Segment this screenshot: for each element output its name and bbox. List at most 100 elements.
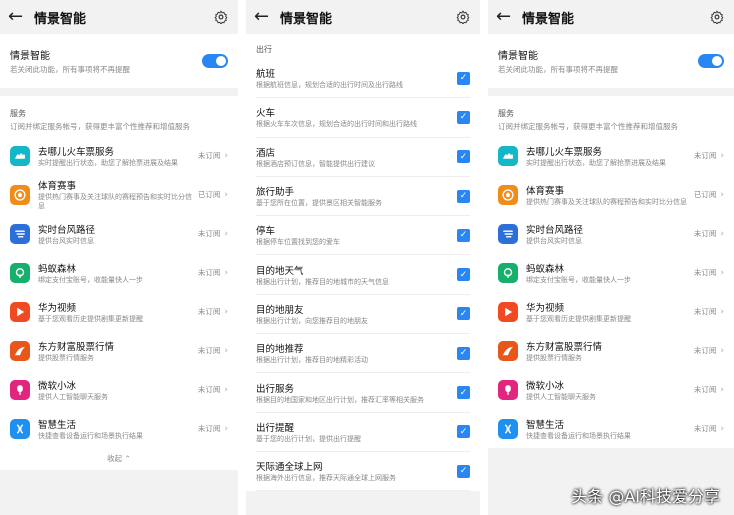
travel-option-row[interactable]: 出行服务 根据目的地国家和地区出行计划，推荐汇率等相关服务 ✓	[256, 373, 470, 413]
gear-icon[interactable]	[708, 8, 726, 26]
scene-toggle-switch[interactable]	[202, 54, 228, 68]
back-arrow-icon[interactable]: ←	[8, 8, 28, 26]
service-description: 提供股票行情服务	[526, 353, 582, 362]
service-name: 华为视频	[38, 302, 77, 314]
toggle-title: 情景智能	[10, 51, 50, 62]
option-name: 出行服务	[256, 383, 295, 395]
service-item[interactable]: 去哪儿火车票服务 实时提醒出行状态，助您了解抢票进展及结果 未订阅 ›	[488, 136, 734, 175]
service-name: 体育赛事	[38, 181, 77, 192]
travel-option-row[interactable]: 目的地推荐 根据出行计划，推荐目的地精彩活动 ✓	[256, 334, 470, 374]
wing-icon	[10, 340, 30, 361]
service-item[interactable]: 华为视频 基于您观看历史提供剧集更新提醒 未订阅 ›	[488, 292, 734, 331]
service-name: 去哪儿火车票服务	[38, 146, 115, 158]
service-description: 基于您观看历史提供剧集更新提醒	[38, 314, 143, 323]
service-item[interactable]: 东方财富股票行情 提供股票行情服务 未订阅 ›	[488, 331, 734, 370]
service-item[interactable]: 去哪儿火车票服务 实时提醒出行状态，助您了解抢票进展及结果 未订阅 ›	[0, 136, 238, 175]
chevron-right-icon: ›	[720, 189, 724, 200]
header: ← 情景智能	[488, 0, 734, 34]
service-description: 提供人工智能聊天服务	[38, 392, 108, 401]
travel-option-row[interactable]: 酒店 根据酒店预订信息，智能提供出行建议 ✓	[256, 138, 470, 177]
travel-option-row[interactable]: 火车 根据火车车次信息，规划合适的出行时间和出行路线 ✓	[256, 98, 470, 138]
option-name: 出行提醒	[256, 422, 295, 434]
service-item[interactable]: 东方财富股票行情 提供股票行情服务 未订阅 ›	[0, 331, 238, 370]
group-title: 出行	[246, 34, 480, 59]
subscription-status: 已订阅	[197, 190, 221, 199]
wing-icon	[498, 340, 518, 361]
gear-icon[interactable]	[212, 8, 230, 26]
service-name: 实时台风路径	[38, 224, 96, 236]
option-description: 基于您所在位置，提供景区相关智能服务	[256, 199, 382, 208]
service-item[interactable]: 实时台风路径 提供台风实时信息 未订阅 ›	[0, 214, 238, 253]
scene-toggle-switch[interactable]	[698, 54, 724, 68]
service-name: 体育赛事	[526, 185, 565, 197]
back-arrow-icon[interactable]: ←	[254, 8, 274, 26]
travel-option-row[interactable]: 目的地天气 根据出行计划，推荐目的地城市的天气信息 ✓	[256, 255, 470, 295]
service-item[interactable]: 蚂蚁森林 绑定支付宝账号，收能量快人一步 未订阅 ›	[488, 253, 734, 292]
chevron-right-icon: ›	[224, 267, 228, 278]
service-name: 微软小冰	[38, 380, 77, 392]
service-name: 实时台风路径	[526, 224, 584, 236]
camel-icon	[10, 145, 30, 166]
service-item[interactable]: 智慧生活 快捷查看设备运行和场景执行结果 未订阅 ›	[488, 409, 734, 448]
service-description: 实时提醒出行状态，助您了解抢票进展及结果	[38, 158, 178, 167]
watermark: 头条 @AI科技爱分享	[571, 487, 720, 506]
option-name: 旅行助手	[256, 187, 295, 199]
checkbox-checked-icon[interactable]: ✓	[457, 268, 470, 282]
service-item[interactable]: 体育赛事 提供热门赛事及关注球队的赛程预告和实时比分信息 已订阅 ›	[0, 175, 238, 214]
service-description: 快捷查看设备运行和场景执行结果	[38, 431, 143, 440]
chevron-right-icon: ›	[720, 228, 724, 239]
service-name: 智慧生活	[526, 419, 565, 431]
option-name: 酒店	[256, 147, 276, 159]
collapse-button[interactable]: 收起 ⌃	[0, 448, 238, 470]
popsicle-icon	[498, 379, 518, 400]
option-description: 根据停车位置找到您的爱车	[256, 238, 340, 247]
option-description: 根据出行计划，向您推荐目的地朋友	[256, 316, 368, 325]
option-name: 航班	[256, 69, 276, 81]
service-item[interactable]: 蚂蚁森林 绑定支付宝账号，收能量快人一步 未订阅 ›	[0, 253, 238, 292]
service-item[interactable]: 实时台风路径 提供台风实时信息 未订阅 ›	[488, 214, 734, 253]
checkbox-checked-icon[interactable]: ✓	[457, 386, 470, 400]
section-title: 服务	[498, 109, 514, 118]
travel-option-row[interactable]: 目的地朋友 根据出行计划，向您推荐目的地朋友 ✓	[256, 295, 470, 335]
back-arrow-icon[interactable]: ←	[496, 8, 516, 26]
service-description: 绑定支付宝账号，收能量快人一步	[38, 275, 143, 284]
checkbox-checked-icon[interactable]: ✓	[457, 189, 470, 203]
checkbox-checked-icon[interactable]: ✓	[457, 425, 470, 439]
ball-icon	[10, 184, 30, 205]
header: ← 情景智能	[0, 0, 238, 34]
travel-option-row[interactable]: 出行提醒 基于您的出行计划，提供出行提醒 ✓	[256, 413, 470, 452]
service-item[interactable]: 微软小冰 提供人工智能聊天服务 未订阅 ›	[488, 370, 734, 409]
checkbox-checked-icon[interactable]: ✓	[457, 464, 470, 478]
service-item[interactable]: 体育赛事 提供热门赛事及关注球队的赛程预告和实时比分信息 已订阅 ›	[488, 175, 734, 214]
service-item[interactable]: 智慧生活 快捷查看设备运行和场景执行结果 未订阅 ›	[0, 409, 238, 448]
checkbox-checked-icon[interactable]: ✓	[457, 307, 470, 321]
toggle-subtitle: 若关闭此功能，所有事项将不再提醒	[498, 65, 618, 74]
service-description: 快捷查看设备运行和场景执行结果	[526, 431, 631, 440]
travel-option-row[interactable]: 航班 根据航班信息，规划合适的出行时间及出行路线 ✓	[256, 59, 470, 99]
tree-icon	[10, 262, 30, 283]
option-description: 基于您的出行计划，提供出行提醒	[256, 434, 361, 443]
checkbox-checked-icon[interactable]: ✓	[457, 71, 470, 85]
travel-options-list: 航班 根据航班信息，规划合适的出行时间及出行路线 ✓ 火车 根据火车车次信息，规划合适的…	[246, 59, 480, 492]
service-name: 去哪儿火车票服务	[526, 146, 603, 158]
option-name: 火车	[256, 108, 276, 120]
scene-toggle-card: 情景智能 若关闭此功能，所有事项将不再提醒	[0, 34, 238, 88]
chevron-right-icon: ›	[224, 423, 228, 434]
checkbox-checked-icon[interactable]: ✓	[457, 150, 470, 164]
subscription-status: 未订阅	[693, 268, 717, 277]
toggle-subtitle: 若关闭此功能，所有事项将不再提醒	[10, 65, 130, 74]
travel-option-row[interactable]: 停车 根据停车位置找到您的爱车 ✓	[256, 216, 470, 256]
checkbox-checked-icon[interactable]: ✓	[457, 346, 470, 360]
subscription-status: 未订阅	[693, 229, 717, 238]
checkbox-checked-icon[interactable]: ✓	[457, 228, 470, 242]
travel-option-row[interactable]: 旅行助手 基于您所在位置，提供景区相关智能服务 ✓	[256, 177, 470, 217]
service-item[interactable]: 微软小冰 提供人工智能聊天服务 未订阅 ›	[0, 370, 238, 409]
settings-screen-left: ← 情景智能 情景智能 若关闭此功能，所有事项将不再提醒 服务 订阅并绑定服务帐…	[0, 0, 238, 515]
camel-icon	[498, 145, 518, 166]
chevron-right-icon: ›	[720, 384, 724, 395]
subscription-status: 未订阅	[693, 151, 717, 160]
service-item[interactable]: 华为视频 基于您观看历史提供剧集更新提醒 未订阅 ›	[0, 292, 238, 331]
checkbox-checked-icon[interactable]: ✓	[457, 110, 470, 124]
gear-icon[interactable]	[454, 8, 472, 26]
travel-option-row[interactable]: 天际通全球上网 根据海外出行信息，推荐天际通全球上网服务 ✓	[256, 452, 470, 492]
